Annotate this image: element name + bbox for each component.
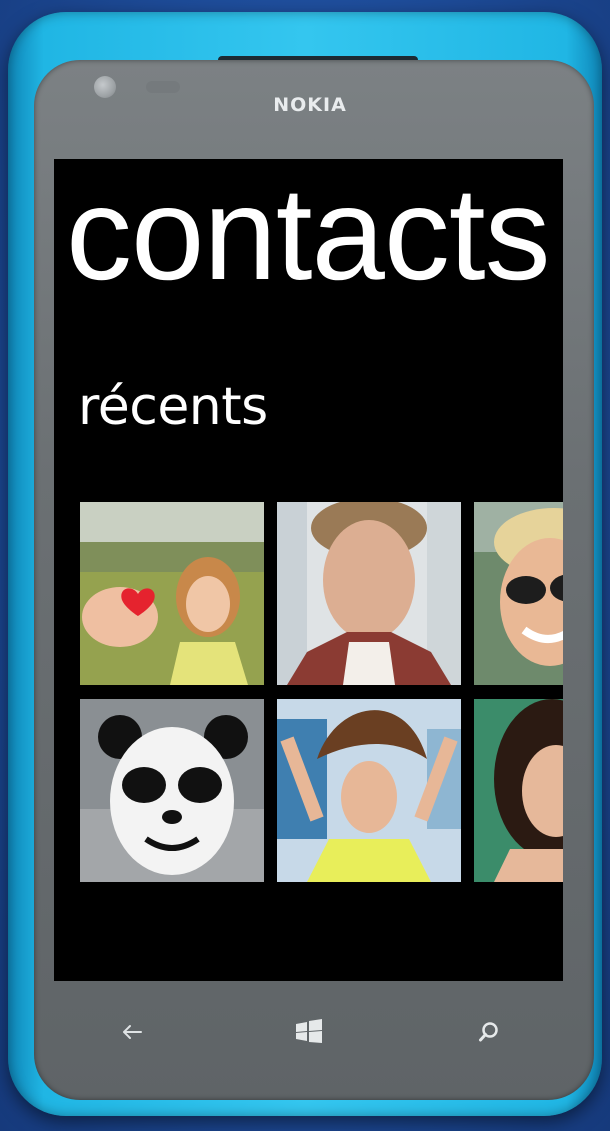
contact-tile[interactable]: [80, 699, 264, 882]
back-arrow-icon: [123, 1025, 142, 1039]
section-title[interactable]: récents: [78, 375, 268, 439]
avatar-windblown-woman-icon: [277, 699, 461, 882]
proximity-sensor: [146, 81, 180, 93]
phone-screen: contacts récents: [54, 159, 563, 981]
windows-logo-icon: [296, 1019, 322, 1043]
recent-contacts-grid: [80, 502, 563, 882]
contact-tile[interactable]: [277, 502, 461, 685]
back-button[interactable]: [112, 1012, 152, 1052]
contact-tile[interactable]: [474, 502, 563, 685]
app-title: contacts: [66, 160, 551, 307]
avatar-curly-hair-woman-icon: [474, 699, 563, 882]
contact-tile[interactable]: [474, 699, 563, 882]
contact-tile[interactable]: [80, 502, 264, 685]
search-button[interactable]: [469, 1012, 509, 1052]
avatar-sunglasses-woman-icon: [474, 502, 563, 685]
hardware-nav-bar: [0, 1002, 610, 1058]
avatar-heart-girl-icon: [80, 502, 264, 685]
avatar-young-man-icon: [277, 502, 461, 685]
start-button[interactable]: [289, 1012, 329, 1052]
avatar-panda-mask-icon: [80, 699, 264, 882]
search-icon: [479, 1022, 498, 1042]
contact-tile[interactable]: [277, 699, 461, 882]
brand-logo: NOKIA: [273, 94, 347, 116]
